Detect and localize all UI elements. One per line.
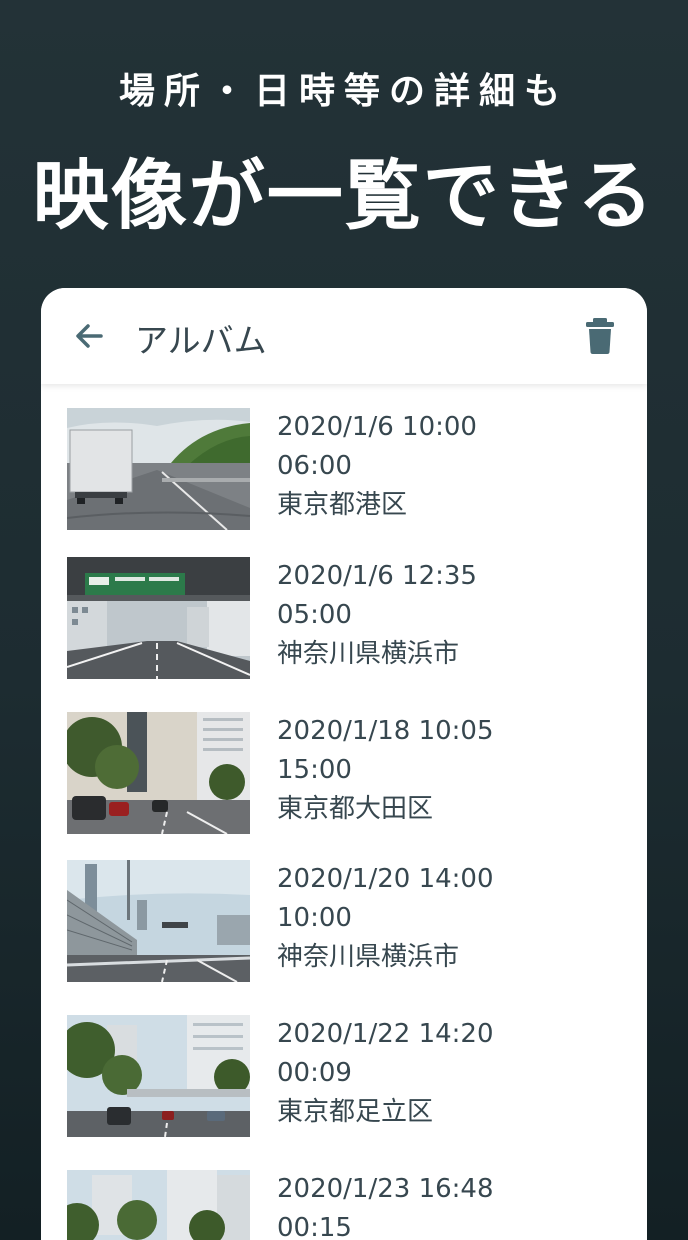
video-thumbnail[interactable] — [67, 712, 250, 834]
app-bar: アルバム — [41, 288, 647, 384]
video-date: 2020/1/6 12:35 — [277, 561, 477, 591]
promo-title: 映像が一覧できる — [32, 151, 656, 240]
video-duration: 10:00 — [277, 903, 352, 933]
album-screen: アルバム 2020/1/6 10:00 06:00 東京都港区 2020/1/6… — [41, 288, 647, 1240]
page-title: アルバム — [135, 321, 267, 360]
video-date: 2020/1/6 10:00 — [277, 412, 477, 442]
video-thumbnail[interactable] — [67, 860, 250, 982]
video-duration: 00:09 — [277, 1058, 352, 1088]
video-location: 東京都足立区 — [277, 1097, 434, 1127]
arrow-back-icon — [76, 324, 103, 348]
promo-subtitle: 場所・日時等の詳細も — [118, 71, 569, 112]
video-location: 東京都港区 — [277, 490, 408, 520]
video-duration: 05:00 — [277, 600, 352, 630]
video-thumbnail[interactable] — [67, 1015, 250, 1137]
video-duration: 06:00 — [277, 451, 352, 481]
list-item[interactable]: 2020/1/23 16:48 00:15 — [41, 1170, 647, 1240]
video-duration: 15:00 — [277, 755, 352, 785]
video-location: 東京都大田区 — [277, 794, 434, 824]
video-date: 2020/1/23 16:48 — [277, 1174, 494, 1204]
video-thumbnail[interactable] — [67, 1170, 250, 1240]
list-item[interactable]: 2020/1/6 12:35 05:00 神奈川県横浜市 — [41, 557, 647, 687]
video-date: 2020/1/20 14:00 — [277, 864, 494, 894]
delete-button[interactable] — [583, 316, 617, 356]
video-location: 神奈川県横浜市 — [277, 639, 460, 669]
video-date: 2020/1/22 14:20 — [277, 1019, 494, 1049]
video-thumbnail[interactable] — [67, 408, 250, 530]
list-item[interactable]: 2020/1/18 10:05 15:00 東京都大田区 — [41, 712, 647, 842]
list-item[interactable]: 2020/1/22 14:20 00:09 東京都足立区 — [41, 1015, 647, 1145]
list-item[interactable]: 2020/1/20 14:00 10:00 神奈川県横浜市 — [41, 860, 647, 990]
video-location: 神奈川県横浜市 — [277, 942, 460, 972]
video-duration: 00:15 — [277, 1213, 352, 1240]
back-button[interactable] — [69, 316, 109, 356]
trash-icon — [586, 318, 614, 354]
video-thumbnail[interactable] — [67, 557, 250, 679]
list-item[interactable]: 2020/1/6 10:00 06:00 東京都港区 — [41, 408, 647, 538]
video-date: 2020/1/18 10:05 — [277, 716, 494, 746]
